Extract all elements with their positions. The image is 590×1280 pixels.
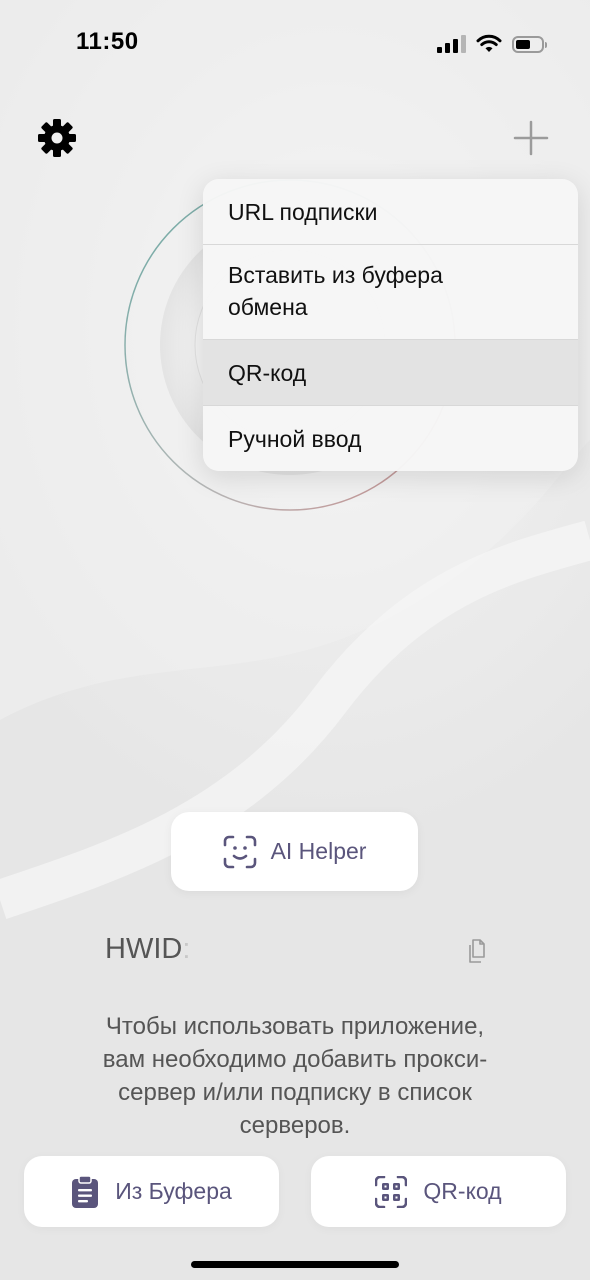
plus-icon[interactable] xyxy=(513,120,549,156)
menu-item-qr-code[interactable]: QR-код xyxy=(203,340,578,406)
ai-helper-button[interactable]: AI Helper xyxy=(171,812,418,891)
qr-code-button[interactable]: QR-код xyxy=(311,1156,566,1227)
qr-code-label: QR-код xyxy=(423,1178,502,1204)
face-scan-icon xyxy=(223,835,256,868)
add-server-menu: URL подписки Вставить из буфера обмена Q… xyxy=(203,179,578,471)
copy-icon[interactable] xyxy=(466,939,488,965)
hwid-label: HWID: xyxy=(105,933,191,965)
menu-item-label: QR-код xyxy=(228,360,307,386)
wifi-icon xyxy=(476,34,502,52)
menu-item-paste-clipboard[interactable]: Вставить из буфера обмена xyxy=(203,245,578,340)
signal-icon xyxy=(437,35,466,53)
menu-item-label-line1: Вставить из буфера xyxy=(228,262,443,288)
home-indicator xyxy=(191,1261,399,1268)
battery-icon xyxy=(512,35,547,53)
status-icons xyxy=(437,32,547,56)
menu-item-label: URL подписки xyxy=(228,199,378,225)
ai-helper-label: AI Helper xyxy=(270,838,367,864)
from-clipboard-button[interactable]: Из Буфера xyxy=(24,1156,279,1227)
clipboard-icon xyxy=(72,1174,99,1208)
status-time: 11:50 xyxy=(76,28,139,55)
menu-item-subscription-url[interactable]: URL подписки xyxy=(203,179,578,245)
hwid-separator: : xyxy=(182,933,191,965)
info-text: Чтобы использовать приложение, вам необх… xyxy=(102,1013,488,1139)
from-clipboard-label: Из Буфера xyxy=(115,1178,232,1204)
menu-item-label: Ручной ввод xyxy=(228,426,362,452)
menu-item-manual-input[interactable]: Ручной ввод xyxy=(203,406,578,471)
menu-item-label-line2: обмена xyxy=(228,294,308,320)
qr-scan-icon xyxy=(375,1175,408,1208)
gear-icon[interactable] xyxy=(37,118,77,158)
